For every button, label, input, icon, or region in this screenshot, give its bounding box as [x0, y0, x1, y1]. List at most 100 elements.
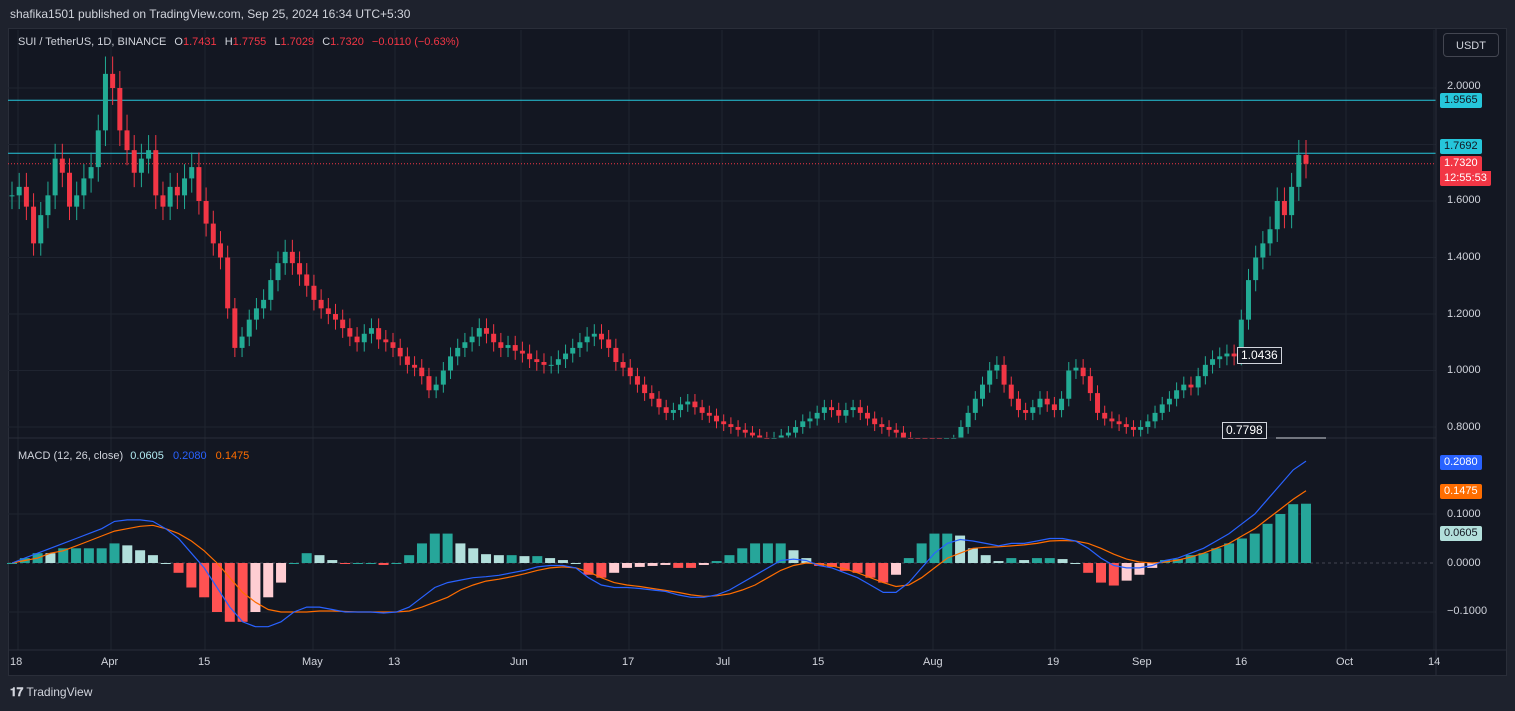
candle	[1181, 384, 1187, 391]
candle	[663, 407, 669, 413]
candle	[469, 336, 475, 343]
candle	[253, 308, 259, 320]
tradingview-logo-icon: 𝟏𝟕	[10, 685, 24, 699]
macd-histogram-bar	[276, 563, 287, 583]
macd-histogram-bar	[122, 545, 133, 563]
candle	[735, 427, 741, 430]
candle	[1023, 410, 1029, 413]
candle	[59, 158, 65, 173]
candle	[189, 167, 195, 179]
candle	[1202, 364, 1208, 377]
candle	[563, 353, 569, 360]
macd-histogram-bar	[686, 563, 697, 568]
candle	[994, 364, 1000, 371]
macd-histogram-bar	[1121, 563, 1132, 581]
macd-legend[interactable]: MACD (12, 26, close) 0.0605 0.2080 0.147…	[18, 450, 249, 462]
macd-hist-value: 0.0605	[130, 450, 164, 462]
candle	[857, 407, 863, 413]
candle	[433, 384, 439, 391]
candle	[1130, 427, 1136, 430]
candle	[1195, 376, 1201, 388]
candle	[577, 342, 583, 348]
candle	[642, 384, 648, 394]
candle	[354, 336, 360, 343]
time-tick: May	[302, 656, 323, 668]
macd-histogram-bar	[660, 563, 671, 565]
candle	[318, 299, 324, 309]
macd-histogram-bar	[570, 563, 581, 564]
macd-histogram-bar	[416, 543, 427, 563]
candle	[210, 223, 216, 244]
time-tick: 14	[1428, 656, 1441, 668]
price-tick: 0.8000	[1447, 421, 1481, 433]
candle	[1303, 154, 1309, 164]
open-value: 1.7431	[182, 36, 217, 48]
candle	[1289, 186, 1295, 216]
price-tick: 1.2000	[1447, 308, 1481, 320]
candle	[23, 186, 29, 207]
time-tick: 18	[10, 656, 23, 668]
candle	[1095, 393, 1101, 413]
candle	[1145, 421, 1151, 427]
candle	[232, 308, 238, 348]
footer-brand[interactable]: 𝟏𝟕 TradingView	[10, 685, 92, 700]
macd-histogram-bar	[1031, 558, 1042, 563]
macd-line-badge: 0.2080	[1440, 455, 1482, 470]
low-value: 1.7029	[280, 36, 315, 48]
macd-histogram-bar	[109, 543, 120, 563]
macd-histogram-bar	[71, 548, 82, 563]
macd-histogram-bar	[327, 560, 338, 563]
candle	[117, 88, 123, 131]
candle	[893, 429, 899, 433]
candle	[268, 280, 274, 300]
macd-histogram-bar	[352, 563, 363, 564]
macd-histogram-bar	[506, 555, 517, 563]
candle	[1224, 353, 1230, 357]
candle	[649, 393, 655, 399]
candle	[606, 339, 612, 348]
candle	[685, 401, 691, 405]
macd-title[interactable]: MACD (12, 26, close)	[18, 450, 123, 462]
candle	[850, 407, 856, 411]
candle	[146, 150, 152, 159]
candle	[678, 404, 684, 411]
chart-canvas[interactable]	[0, 0, 1515, 711]
candle	[81, 178, 87, 196]
close-value: 1.7320	[330, 36, 364, 48]
macd-histogram-bar	[1236, 538, 1247, 563]
candle	[203, 201, 209, 224]
candle	[325, 308, 331, 314]
candle	[1231, 353, 1237, 357]
price-annotation-b[interactable]: 0.7798	[1222, 422, 1267, 439]
candle	[217, 243, 223, 258]
symbol-name[interactable]: SUI / TetherUS, 1D, BINANCE	[18, 36, 166, 48]
time-tick: 15	[198, 656, 211, 668]
macd-line	[11, 460, 1307, 628]
candle	[598, 333, 604, 340]
macd-histogram-bar	[1019, 560, 1030, 563]
candle	[721, 421, 727, 425]
macd-histogram-bar	[903, 558, 914, 563]
candle	[1267, 229, 1273, 244]
candle	[1087, 376, 1093, 394]
macd-histogram-bar	[263, 563, 274, 598]
candle	[45, 195, 51, 216]
symbol-legend[interactable]: SUI / TetherUS, 1D, BINANCE O1.7431 H1.7…	[18, 36, 459, 48]
time-tick: Jun	[510, 656, 528, 668]
time-tick: Aug	[923, 656, 943, 668]
price-annotation-a[interactable]: 1.0436	[1237, 347, 1282, 364]
change-value: −0.0110 (−0.63%)	[371, 36, 460, 48]
candle	[31, 206, 37, 244]
candle	[153, 150, 159, 196]
candle	[505, 345, 511, 348]
candle	[1066, 370, 1072, 399]
candle	[714, 415, 720, 422]
candle	[1015, 398, 1021, 411]
candle	[138, 158, 144, 173]
candle	[1109, 418, 1115, 422]
currency-button[interactable]: USDT	[1443, 33, 1499, 57]
candle	[958, 427, 964, 438]
macd-histogram-bar	[878, 563, 889, 583]
time-tick: 19	[1047, 656, 1060, 668]
macd-histogram-bar	[314, 555, 325, 563]
